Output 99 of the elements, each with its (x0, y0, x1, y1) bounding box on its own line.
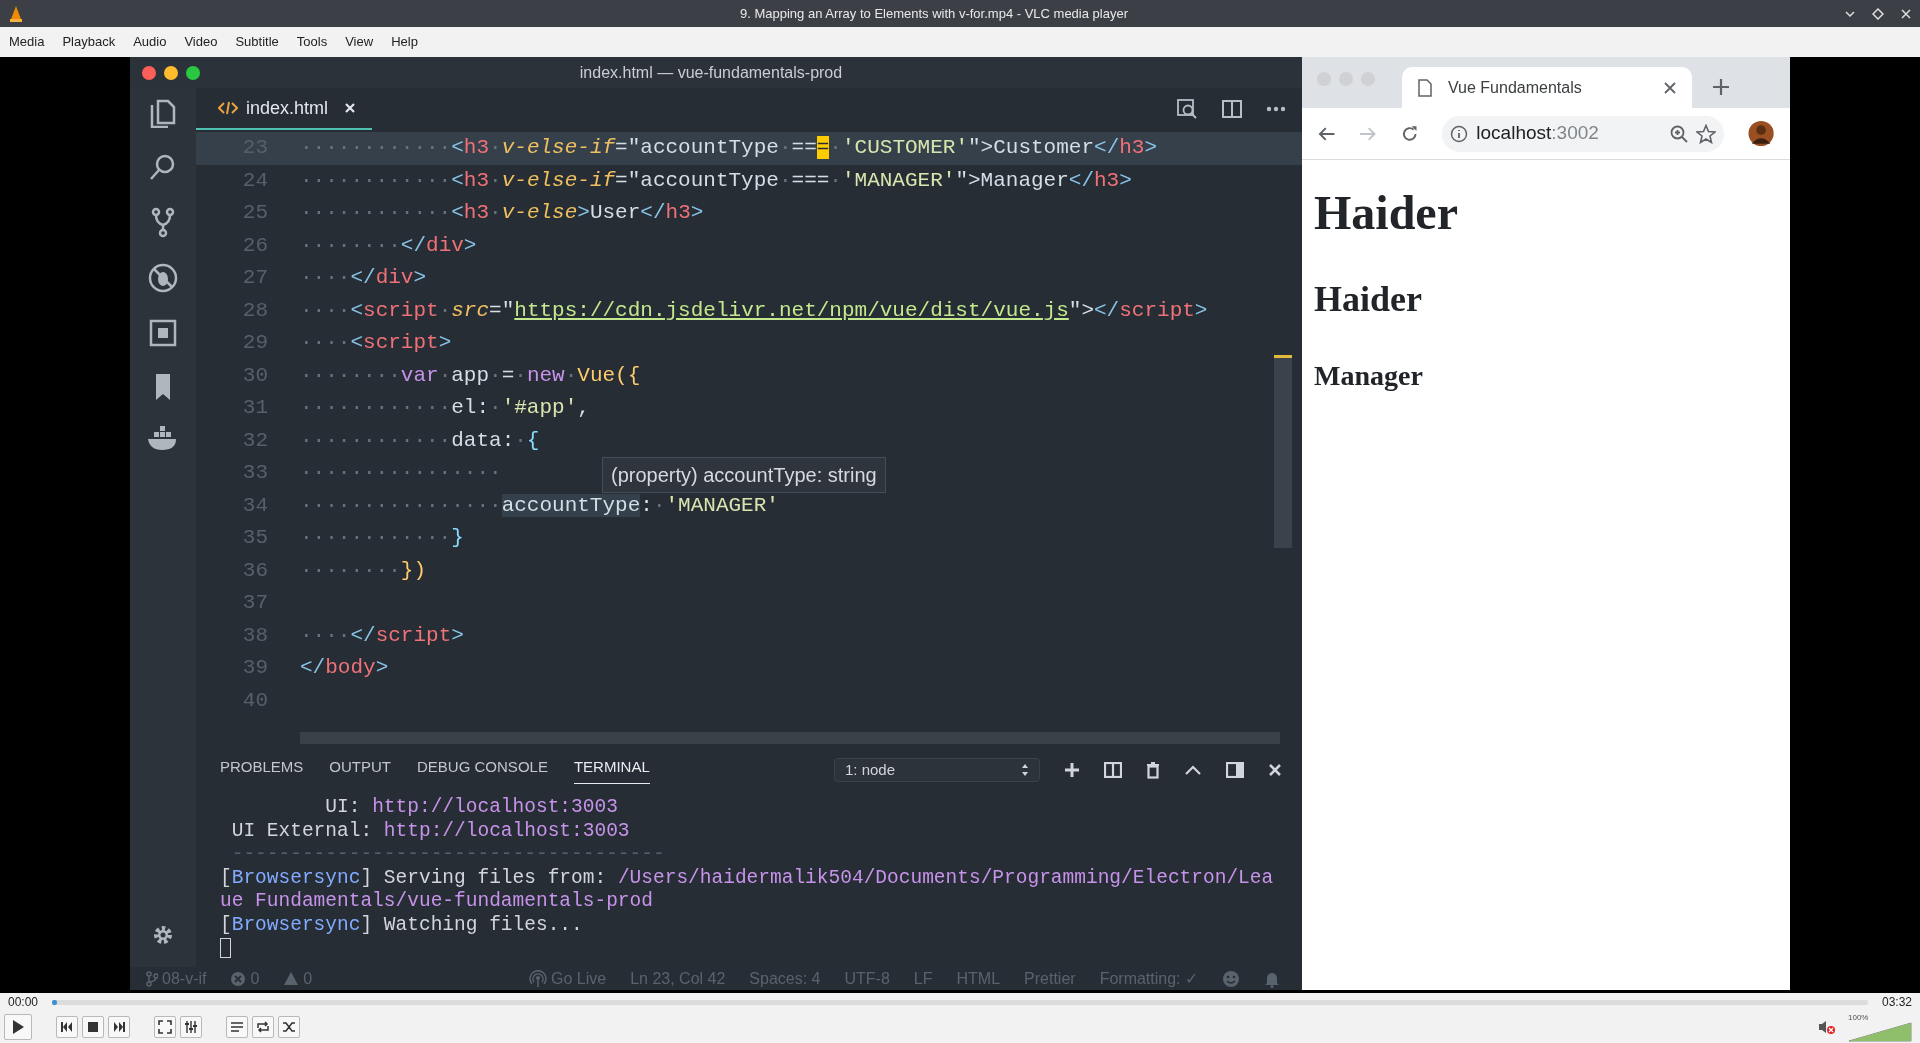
code-line: ········}) (300, 557, 427, 584)
code-line: ················ (300, 460, 502, 486)
panel-layout-icon[interactable] (1226, 762, 1244, 778)
branch-icon (146, 970, 158, 987)
bookmark-icon[interactable] (153, 372, 173, 402)
preview-icon[interactable] (1176, 98, 1198, 120)
previous-button[interactable] (56, 1016, 78, 1038)
broadcast-icon (529, 969, 547, 988)
error-icon (230, 970, 247, 987)
volume-slider[interactable] (1848, 1021, 1912, 1042)
terminal-cursor (220, 937, 231, 958)
code-line: ············el:·'#app', (300, 395, 590, 421)
terminal-line: ------------------------------------- (230, 843, 665, 865)
reload-icon[interactable] (1400, 124, 1419, 143)
zoom-dot[interactable] (186, 65, 200, 80)
star-icon[interactable] (1695, 123, 1716, 144)
equalizer-button[interactable] (180, 1016, 202, 1038)
code-line: </body> (300, 655, 389, 681)
address-bar[interactable]: localhost:3002 (1442, 115, 1724, 152)
duration-time: 03:32 (1881, 994, 1912, 1011)
menu-item[interactable]: Media (0, 27, 54, 57)
page-heading: Manager (1314, 358, 1424, 393)
play-icon (11, 1019, 25, 1035)
restore-icon[interactable] (1872, 7, 1884, 20)
split-terminal-icon[interactable] (1104, 762, 1122, 778)
new-tab-icon[interactable] (1712, 78, 1730, 96)
zoom-icon[interactable] (1669, 124, 1688, 143)
minimize-dot[interactable] (164, 65, 178, 80)
page-icon (1418, 78, 1432, 97)
extensions-icon[interactable] (148, 318, 178, 348)
code-line: ····</script> (300, 622, 464, 649)
panel-tab[interactable]: TERMINAL (573, 756, 650, 784)
code-line: ····<script·src="https://cdn.jsdelivr.net/npm/vue/dist/vue.js"></script> (300, 297, 1208, 324)
code-line: ················accountType:·'MANAGER' (300, 492, 779, 519)
code-line: ············<h3·v-else-if="accountType·===·'CUSTOMER'">Customer</h3> (300, 135, 1158, 161)
code-line: ············} (300, 525, 464, 551)
code-line: ············data:·{ (300, 427, 540, 454)
menu-item[interactable]: Subtitle (226, 27, 288, 57)
elapsed-time: 00:00 (8, 994, 39, 1011)
panel-tab[interactable]: PROBLEMS (220, 756, 304, 784)
loop-button[interactable] (252, 1016, 274, 1038)
menu-item[interactable]: Playback (53, 27, 125, 57)
code-line: ············<h3·v-else>User</h3> (300, 200, 704, 226)
window-title: 9. Mapping an Array to Elements with v-for.mp4 - VLC media player (740, 6, 1128, 21)
loop-icon (256, 1020, 270, 1034)
page-heading: Haider (1314, 185, 1459, 241)
menu-item[interactable]: Tools (287, 27, 337, 57)
close-dot[interactable] (142, 65, 156, 80)
shuffle-icon (282, 1020, 296, 1034)
browser-tab[interactable]: Vue Fundamentals (1402, 67, 1692, 108)
editor-title: index.html — vue-fundamentals-prod (579, 63, 843, 81)
menu-item[interactable]: Audio (124, 27, 176, 57)
code-line: ········var·app·=·new·Vue({ (300, 362, 641, 389)
debug-icon[interactable] (147, 262, 179, 294)
stop-button[interactable] (82, 1016, 104, 1038)
code-line: ····</div> (300, 265, 427, 291)
code-line: ········</div> (300, 232, 477, 259)
split-editor-icon[interactable] (1222, 100, 1242, 118)
panel-tab[interactable]: DEBUG CONSOLE (417, 756, 548, 784)
more-icon[interactable] (1266, 106, 1286, 112)
code-icon (218, 101, 238, 115)
tooltip: (property) accountType: string (602, 457, 886, 493)
terminal-line: [Browsersync] Serving files from: /Users/haidermalik504/Documents/Programming/Electron/Lea (220, 866, 1274, 889)
avatar[interactable] (1747, 120, 1774, 147)
code-line: ············<h3·v-else-if="accountType·===·'MANAGER'">Manager</h3> (300, 167, 1132, 194)
chevron-up-icon[interactable] (1184, 764, 1202, 776)
code-line: ····<script> (300, 330, 452, 356)
menu-item[interactable]: View (336, 27, 383, 57)
fullscreen-icon (158, 1020, 172, 1034)
warning-icon (283, 971, 300, 986)
muted-speaker-icon[interactable] (1818, 1019, 1836, 1035)
playlist-button[interactable] (226, 1016, 248, 1038)
menu-item[interactable]: Help (382, 27, 427, 57)
terminal-line: ue Fundamentals/vue-fundamentals-prod (220, 890, 653, 912)
volume-reading: 100% (1848, 1012, 1870, 1022)
scrollbar-thumb[interactable] (1274, 355, 1292, 548)
terminal-select[interactable]: 1: node (834, 758, 1040, 782)
previous-icon (60, 1020, 74, 1034)
play-button[interactable] (4, 1014, 32, 1040)
page-heading: Haider (1314, 277, 1423, 321)
equalizer-icon (184, 1020, 198, 1034)
info-icon (1450, 124, 1469, 143)
stop-icon (86, 1020, 100, 1034)
trash-icon[interactable] (1146, 761, 1160, 779)
next-icon (112, 1020, 126, 1034)
back-icon[interactable] (1318, 125, 1336, 142)
close-icon[interactable] (1664, 81, 1676, 94)
next-button[interactable] (108, 1016, 130, 1038)
plus-icon[interactable] (1064, 762, 1080, 778)
terminal-line: [Browsersync] Watching files... (220, 913, 583, 936)
updown-icon (1021, 763, 1029, 777)
menu-item[interactable]: Video (175, 27, 227, 57)
panel-tab[interactable]: OUTPUT (329, 756, 392, 784)
cone-icon (8, 4, 24, 23)
terminal-line: UI: http://localhost:3003 (324, 796, 618, 818)
fullscreen-button[interactable] (154, 1016, 176, 1038)
terminal-line: UI External: http://localhost:3003 (230, 819, 630, 842)
playlist-icon (230, 1020, 244, 1034)
shuffle-button[interactable] (278, 1016, 300, 1038)
